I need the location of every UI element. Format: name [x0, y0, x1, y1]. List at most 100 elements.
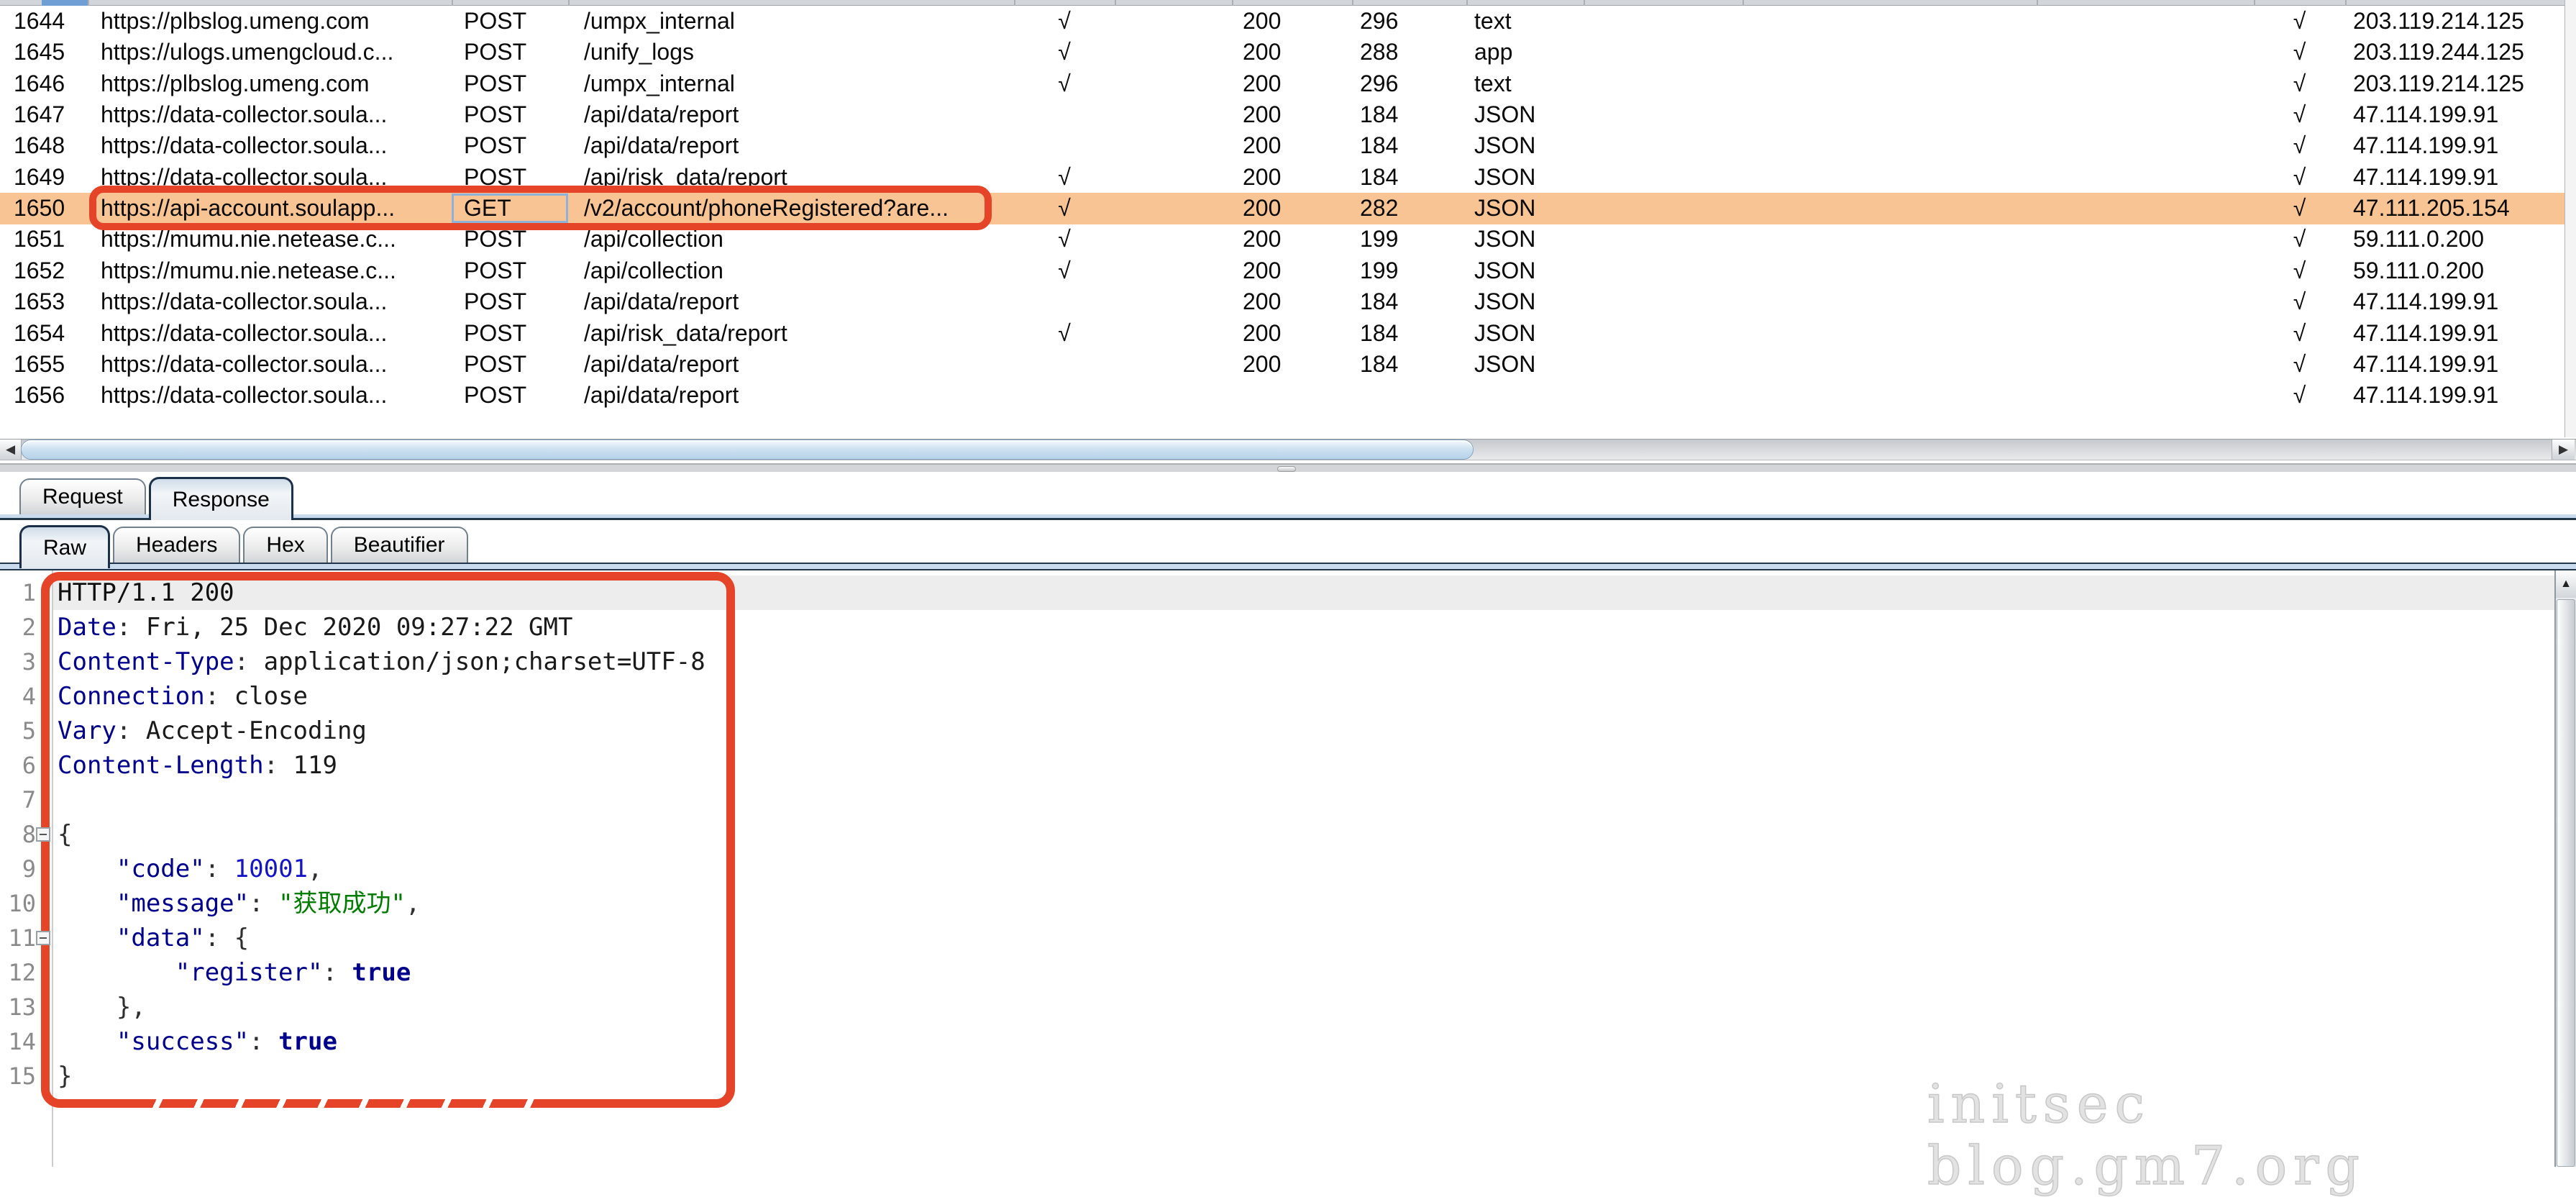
cell-ip: 47.111.205.154	[2353, 193, 2510, 224]
tab-response[interactable]: Response	[149, 477, 293, 520]
line-number: 6	[0, 748, 36, 783]
cell-host: https://api-account.soulapp...	[101, 193, 395, 224]
line-number: 4	[0, 679, 36, 714]
cell-host: https://data-collector.soula...	[101, 130, 387, 161]
editor-vertical-scrollbar[interactable]: ▲	[2554, 570, 2576, 1167]
column-divider[interactable]	[1743, 0, 1744, 6]
cell-ip: 47.114.199.91	[2353, 99, 2498, 130]
scroll-right-button[interactable]: ▶	[2552, 440, 2575, 460]
column-divider[interactable]	[568, 0, 570, 6]
cell-ip: 47.114.199.91	[2353, 130, 2498, 161]
fold-marker-icon[interactable]	[36, 827, 50, 842]
table-row-1644[interactable]: 1644https://plbslog.umeng.comPOST/umpx_i…	[0, 6, 2564, 37]
cell-ip: 59.111.0.200	[2353, 255, 2484, 286]
cell-status: 200	[1243, 286, 1281, 317]
column-divider[interactable]	[452, 0, 453, 6]
cell-status: 200	[1243, 99, 1281, 130]
cell-params-check: √	[1014, 162, 1115, 193]
cell-ip: 59.111.0.200	[2353, 224, 2484, 255]
table-horizontal-scrollbar[interactable]: ◀ ▶	[0, 439, 2576, 460]
cell-number: 1654	[14, 318, 65, 349]
current-line-highlight	[53, 575, 2554, 610]
line-number: 11	[0, 921, 36, 955]
column-divider[interactable]	[88, 0, 89, 6]
cell-host: https://data-collector.soula...	[101, 349, 387, 380]
split-pane-divider[interactable]	[0, 463, 2576, 472]
cell-path: /umpx_internal	[584, 6, 735, 37]
vertical-scrollbar-thumb[interactable]	[2557, 599, 2575, 1167]
line-number: 2	[0, 610, 36, 645]
cell-host: https://ulogs.umengcloud.c...	[101, 37, 393, 68]
column-divider[interactable]	[1232, 0, 1233, 6]
cell-number: 1650	[14, 193, 65, 224]
line-number: 3	[0, 645, 36, 679]
column-divider[interactable]	[1352, 0, 1353, 6]
cell-status: 200	[1243, 193, 1281, 224]
column-divider[interactable]	[1584, 0, 1585, 6]
fold-marker-icon[interactable]	[36, 931, 50, 945]
cell-tls-check: √	[2254, 286, 2345, 317]
cell-params-check: √	[1014, 224, 1115, 255]
column-divider[interactable]	[1115, 0, 1116, 6]
cell-mime: JSON	[1474, 349, 1535, 380]
cell-params-check: √	[1014, 68, 1115, 99]
code-line-4: Connection: close	[58, 679, 308, 714]
cell-length: 199	[1360, 224, 1398, 255]
cell-ip: 203.119.214.125	[2353, 6, 2524, 37]
table-row-1646[interactable]: 1646https://plbslog.umeng.comPOST/umpx_i…	[0, 68, 2564, 100]
code-line-11: "data": {	[58, 921, 249, 955]
table-row-1651[interactable]: 1651https://mumu.nie.netease.c...POST/ap…	[0, 224, 2564, 255]
burp-proxy-window: 1644https://plbslog.umeng.comPOST/umpx_i…	[0, 0, 2576, 1167]
table-row-1655[interactable]: 1655https://data-collector.soula...POST/…	[0, 349, 2564, 381]
cell-tls-check: √	[2254, 318, 2345, 349]
response-editor[interactable]: 123456789101112131415 HTTP/1.1 200Date: …	[0, 570, 2576, 1167]
column-divider[interactable]	[1014, 0, 1015, 6]
cell-length: 184	[1360, 286, 1398, 317]
table-vertical-scrollbar-track[interactable]	[2564, 0, 2576, 437]
table-header-strip[interactable]	[0, 0, 2564, 6]
code-line-15: }	[58, 1059, 72, 1093]
proxy-history-table[interactable]: 1644https://plbslog.umeng.comPOST/umpx_i…	[0, 0, 2576, 437]
tab-beautifier[interactable]: Beautifier	[331, 527, 468, 563]
cell-host: https://data-collector.soula...	[101, 318, 387, 349]
tab-raw[interactable]: Raw	[19, 525, 110, 568]
table-row-1649[interactable]: 1649https://data-collector.soula...POST/…	[0, 162, 2564, 194]
column-divider[interactable]	[2037, 0, 2038, 6]
cell-number: 1653	[14, 286, 65, 317]
horizontal-scrollbar-thumb[interactable]	[21, 440, 1474, 460]
column-divider[interactable]	[1466, 0, 1468, 6]
request-response-tabbar: RequestResponse	[0, 475, 2576, 514]
table-row-1648[interactable]: 1648https://data-collector.soula...POST/…	[0, 130, 2564, 162]
cell-tls-check: √	[2254, 193, 2345, 224]
column-divider[interactable]	[2345, 0, 2347, 6]
cell-path: /api/risk_data/report	[584, 318, 787, 349]
tab-request[interactable]: Request	[19, 478, 146, 514]
cell-path: /api/data/report	[584, 286, 739, 317]
table-row-1653[interactable]: 1653https://data-collector.soula...POST/…	[0, 286, 2564, 318]
table-row-1645[interactable]: 1645https://ulogs.umengcloud.c...POST/un…	[0, 37, 2564, 68]
cell-path: /api/collection	[584, 255, 723, 286]
cell-length: 184	[1360, 349, 1398, 380]
tabbar-separator	[0, 514, 2576, 520]
scroll-up-button[interactable]: ▲	[2556, 570, 2576, 598]
cell-mime: JSON	[1474, 162, 1535, 193]
column-divider[interactable]	[2254, 0, 2255, 6]
scroll-left-button[interactable]: ◀	[0, 440, 22, 460]
cell-method: POST	[464, 224, 526, 255]
tab-hex[interactable]: Hex	[243, 527, 327, 563]
cell-length: 184	[1360, 99, 1398, 130]
cell-mime: text	[1474, 6, 1512, 37]
line-number: 12	[0, 955, 36, 990]
table-row-1652[interactable]: 1652https://mumu.nie.netease.c...POST/ap…	[0, 255, 2564, 287]
table-row-1654[interactable]: 1654https://data-collector.soula...POST/…	[0, 318, 2564, 350]
table-row-1647[interactable]: 1647https://data-collector.soula...POST/…	[0, 99, 2564, 131]
code-line-9: "code": 10001,	[58, 852, 323, 886]
table-row-1656[interactable]: 1656https://data-collector.soula...POST/…	[0, 380, 2564, 411]
divider-grip-icon	[1277, 466, 1296, 472]
tab-headers[interactable]: Headers	[113, 527, 240, 563]
cell-status: 200	[1243, 37, 1281, 68]
cell-method: POST	[464, 349, 526, 380]
cell-number: 1656	[14, 380, 65, 411]
table-row-1650[interactable]: 1650https://api-account.soulapp...GET/v2…	[0, 193, 2564, 224]
cell-method: POST	[464, 255, 526, 286]
